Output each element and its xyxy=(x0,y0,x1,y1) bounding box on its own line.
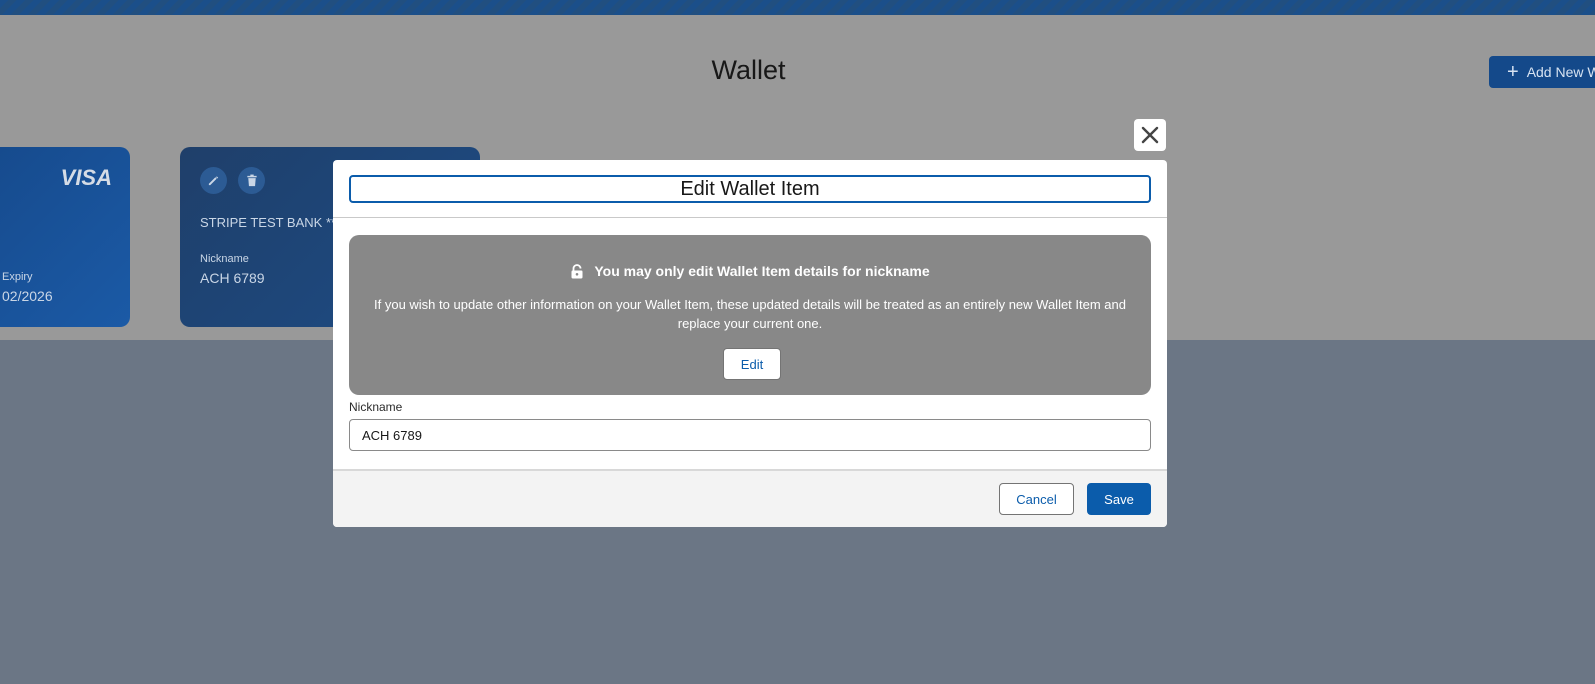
notice-edit-button[interactable]: Edit xyxy=(723,348,781,380)
modal-footer: Cancel Save xyxy=(333,469,1167,527)
page-title: Wallet xyxy=(711,55,786,85)
expiry-value: 02/2026 xyxy=(2,288,53,304)
trash-icon xyxy=(246,174,257,187)
edit-wallet-item-modal: Edit Wallet Item You may only edit Walle… xyxy=(333,160,1167,527)
add-button-label: Add New W xyxy=(1526,64,1595,80)
add-new-wallet-item-button[interactable]: + Add New W xyxy=(1489,56,1595,88)
modal-header: Edit Wallet Item xyxy=(333,160,1167,218)
bank-name: STRIPE TEST BANK ** xyxy=(200,215,337,230)
header-band xyxy=(0,0,1595,15)
expiry-label: Expiry xyxy=(2,271,33,283)
card-nickname-value: ACH 6789 xyxy=(200,270,265,286)
pencil-icon xyxy=(208,176,219,186)
card-delete-button[interactable] xyxy=(238,167,265,194)
nickname-label: Nickname xyxy=(349,400,403,414)
close-icon xyxy=(1141,126,1159,144)
modal-title: Edit Wallet Item xyxy=(349,175,1151,203)
card-nickname-label: Nickname xyxy=(200,253,249,265)
notice-heading-text: You may only edit Wallet Item details fo… xyxy=(594,263,930,279)
lock-icon xyxy=(571,263,583,278)
visa-logo: VISA xyxy=(60,165,112,190)
cancel-button[interactable]: Cancel xyxy=(999,483,1074,515)
plus-icon: + xyxy=(1507,61,1519,83)
notice-heading: You may only edit Wallet Item details fo… xyxy=(349,263,1151,279)
nickname-only-notice: You may only edit Wallet Item details fo… xyxy=(349,235,1151,395)
nickname-input[interactable] xyxy=(349,419,1151,451)
visa-card[interactable]: VISA Expiry 02/2026 xyxy=(0,147,130,327)
modal-close-button[interactable] xyxy=(1134,119,1166,151)
card-edit-button[interactable] xyxy=(200,167,227,194)
save-button[interactable]: Save xyxy=(1087,483,1151,515)
notice-text: If you wish to update other information … xyxy=(374,297,1126,331)
